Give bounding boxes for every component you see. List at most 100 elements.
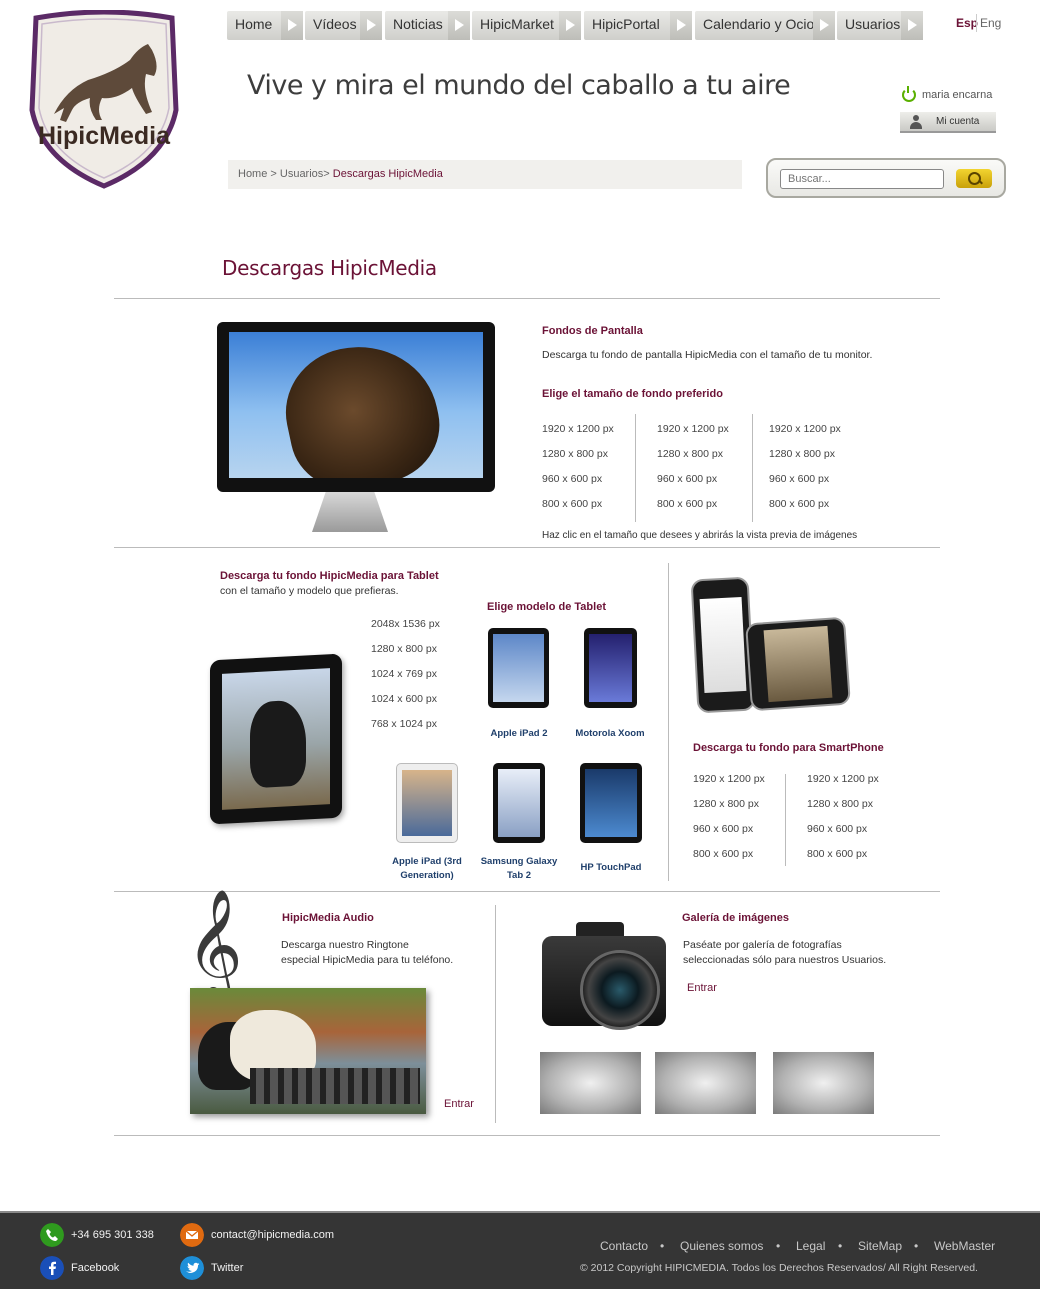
smartphone-size-link[interactable]: 960 x 600 px [807, 823, 867, 835]
nav-label: Vídeos [313, 16, 357, 32]
fence-photo [250, 1068, 420, 1104]
smartphone-size-link[interactable]: 800 x 600 px [693, 848, 753, 860]
gallery-thumbnail[interactable] [540, 1052, 641, 1114]
nav-label: HipicPortal [592, 16, 660, 32]
smartphone-size-link[interactable]: 1280 x 800 px [693, 798, 759, 810]
smartphone-size-link[interactable]: 1920 x 1200 px [807, 773, 879, 785]
gallery-thumbnail[interactable] [773, 1052, 874, 1114]
nav-home[interactable]: Home [227, 11, 303, 40]
gallery-thumbnail[interactable] [655, 1052, 756, 1114]
nav-arrow-icon [901, 11, 923, 40]
motorola-xoom-thumbnail[interactable] [584, 628, 637, 708]
gallery-title: Galería de imágenes [682, 912, 789, 924]
tablet-image [210, 653, 342, 825]
section-divider [668, 563, 669, 881]
tablet-size-link[interactable]: 1280 x 800 px [371, 643, 437, 655]
wallpaper-size-link[interactable]: 1920 x 1200 px [542, 423, 614, 435]
hp-touchpad-thumbnail[interactable] [580, 763, 642, 843]
my-account-label: Mi cuenta [936, 116, 980, 127]
ipad3-thumbnail[interactable] [396, 763, 458, 843]
footer-facebook[interactable]: Facebook [71, 1262, 119, 1274]
hipicmedia-logo[interactable]: HipicMedia [26, 10, 182, 190]
footer-link-quienes-somos[interactable]: Quienes somos [680, 1239, 763, 1253]
search-input[interactable] [780, 169, 944, 189]
model-apple-ipad-3-line2[interactable]: Generation) [386, 869, 468, 883]
phone-icon [40, 1223, 64, 1247]
footer-twitter[interactable]: Twitter [211, 1262, 243, 1274]
power-icon[interactable] [902, 86, 916, 102]
section-divider [495, 905, 496, 1123]
nav-arrow-icon [559, 11, 581, 40]
nav-calendario-ocio[interactable]: Calendario y Ocio [695, 11, 835, 40]
wallpaper-size-link[interactable]: 1280 x 800 px [542, 448, 608, 460]
wallpaper-size-link[interactable]: 960 x 600 px [542, 473, 602, 485]
lang-es[interactable]: Esp [956, 16, 978, 30]
footer-email[interactable]: contact@hipicmedia.com [211, 1229, 334, 1241]
smartphone-title: Descarga tu fondo para SmartPhone [693, 742, 884, 754]
wallpaper-size-link[interactable]: 800 x 600 px [542, 498, 602, 510]
search-box [766, 158, 1006, 198]
my-account-button[interactable]: Mi cuenta [900, 112, 996, 133]
model-hp-touchpad[interactable]: HP TouchPad [570, 861, 652, 875]
footer-link-webmaster[interactable]: WebMaster [934, 1239, 995, 1253]
nav-arrow-icon [281, 11, 303, 40]
nav-hipicmarket[interactable]: HipicMarket [472, 11, 581, 40]
footer-link-sitemap[interactable]: SiteMap [858, 1239, 902, 1253]
footer-phone[interactable]: +34 695 301 338 [71, 1229, 154, 1241]
footer: +34 695 301 338 contact@hipicmedia.com F… [0, 1211, 1040, 1289]
user-name[interactable]: maria encarna [922, 89, 992, 101]
ipad2-thumbnail[interactable] [488, 628, 549, 708]
nav-hipicportal[interactable]: HipicPortal [584, 11, 692, 40]
breadcrumb-current: Descargas HipicMedia [332, 168, 443, 180]
tablet-title: Descarga tu fondo HipicMedia para Tablet [220, 570, 439, 582]
model-apple-ipad-3-line1[interactable]: Apple iPad (3rd [386, 855, 468, 869]
column-divider [785, 774, 786, 866]
smartphone-size-link[interactable]: 1920 x 1200 px [693, 773, 765, 785]
user-icon [910, 115, 922, 129]
tablet-size-link[interactable]: 2048x 1536 px [371, 618, 440, 630]
nav-label: Usuarios [845, 16, 901, 32]
wallpaper-size-link[interactable]: 1920 x 1200 px [769, 423, 841, 435]
wallpapers-title: Fondos de Pantalla [542, 325, 643, 337]
wallpapers-choose-label: Elige el tamaño de fondo preferido [542, 388, 723, 400]
footer-separator: • [660, 1239, 665, 1253]
wallpaper-size-link[interactable]: 1280 x 800 px [769, 448, 835, 460]
audio-entrar-link[interactable]: Entrar [444, 1098, 474, 1110]
smartphone-size-link[interactable]: 960 x 600 px [693, 823, 753, 835]
tablet-size-link[interactable]: 1024 x 600 px [371, 693, 437, 705]
horse-show-photo[interactable] [190, 988, 426, 1114]
nav-videos[interactable]: Vídeos [305, 11, 382, 40]
nav-usuarios[interactable]: Usuarios [837, 11, 923, 40]
smartphone-size-link[interactable]: 800 x 600 px [807, 848, 867, 860]
wallpaper-size-link[interactable]: 960 x 600 px [657, 473, 717, 485]
gallery-line1: Paséate por galería de fotografías [683, 939, 842, 951]
gallery-entrar-link[interactable]: Entrar [687, 982, 717, 994]
nav-noticias[interactable]: Noticias [385, 11, 470, 40]
wallpaper-size-link[interactable]: 800 x 600 px [657, 498, 717, 510]
nav-label: Calendario y Ocio [703, 16, 815, 32]
monitor-stand [312, 492, 388, 532]
smartphone-size-link[interactable]: 1280 x 800 px [807, 798, 873, 810]
footer-link-legal[interactable]: Legal [796, 1239, 825, 1253]
footer-link-contacto[interactable]: Contacto [600, 1239, 648, 1253]
search-button[interactable] [956, 169, 992, 188]
facebook-icon [40, 1256, 64, 1280]
tablet-size-link[interactable]: 768 x 1024 px [371, 718, 437, 730]
model-samsung-galaxy-line2[interactable]: Tab 2 [474, 869, 564, 883]
wallpapers-hint: Haz clic en el tamaño que desees y abrir… [542, 530, 858, 541]
lang-en[interactable]: Eng [980, 16, 1001, 30]
wallpaper-size-link[interactable]: 1280 x 800 px [657, 448, 723, 460]
nav-arrow-icon [670, 11, 692, 40]
tablet-size-link[interactable]: 1024 x 769 px [371, 668, 437, 680]
nav-label: HipicMarket [480, 16, 554, 32]
wallpaper-size-link[interactable]: 800 x 600 px [769, 498, 829, 510]
audio-title: HipicMedia Audio [282, 912, 374, 924]
model-apple-ipad-2[interactable]: Apple iPad 2 [478, 727, 560, 741]
model-motorola-xoom[interactable]: Motorola Xoom [568, 727, 652, 741]
audio-line2: especial HipicMedia para tu teléfono. [281, 954, 454, 966]
galaxy-tab-thumbnail[interactable] [493, 763, 545, 843]
wallpaper-size-link[interactable]: 1920 x 1200 px [657, 423, 729, 435]
wallpaper-size-link[interactable]: 960 x 600 px [769, 473, 829, 485]
breadcrumb-trail[interactable]: Home > Usuarios> [238, 168, 333, 180]
model-samsung-galaxy-line1[interactable]: Samsung Galaxy [474, 855, 564, 869]
